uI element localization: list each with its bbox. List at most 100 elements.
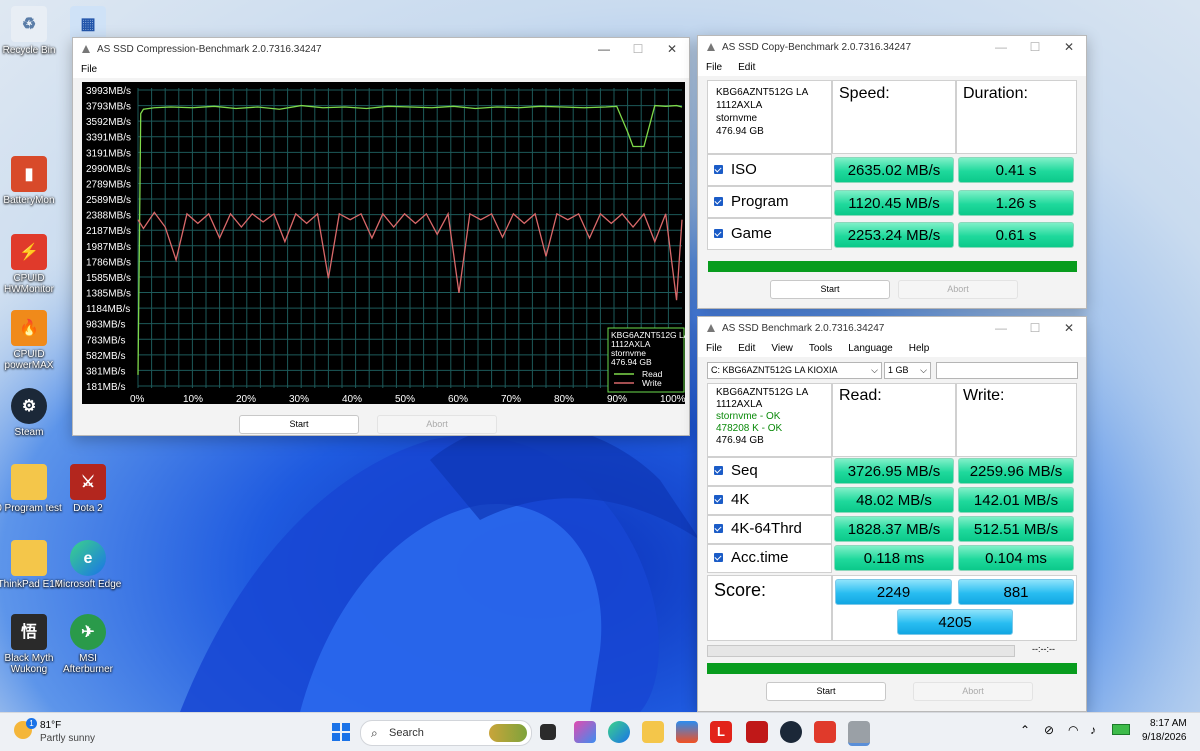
4k-64thrd-read: 1828.37 MB/s: [834, 516, 954, 542]
clock-time[interactable]: 8:17 AM: [1150, 718, 1187, 729]
battery-icon[interactable]: [1112, 724, 1130, 735]
start-button[interactable]: Start: [770, 280, 890, 299]
volume-icon[interactable]: ♪: [1090, 723, 1096, 737]
menu-language[interactable]: Language: [840, 343, 901, 354]
desktop-icon-label: Dota 2: [73, 503, 103, 514]
score-write: 881: [958, 579, 1074, 605]
taskbar-search[interactable]: ⌕ Search: [360, 720, 532, 746]
desktop-icon-label: MSI Afterburner: [62, 653, 114, 675]
steam-icon[interactable]: [780, 721, 802, 743]
close-icon[interactable]: ✕: [655, 42, 689, 56]
dota2-icon: ⚔: [70, 464, 106, 500]
compression-benchmark-window: AS SSD Compression-Benchmark 2.0.7316.34…: [72, 37, 690, 436]
minimize-icon[interactable]: —: [984, 321, 1018, 335]
minimize-icon[interactable]: —: [984, 40, 1018, 54]
chevron-up-icon[interactable]: ⌃: [1020, 723, 1030, 737]
device-size: 476.94 GB: [716, 126, 764, 137]
device-model: KBG6AZNT512G LA: [716, 87, 809, 98]
y-tick-label: 783MB/s: [86, 335, 125, 346]
desktop-icon-batterymon[interactable]: ▮ BatteryMon: [0, 156, 64, 206]
windows-logo-icon: [332, 723, 350, 741]
y-tick-label: 1184MB/s: [86, 304, 130, 315]
duration-header-cell: Duration:: [956, 80, 1077, 154]
y-tick-label: 1385MB/s: [86, 289, 131, 300]
weather-widget[interactable]: 1 81°F Partly sunny: [12, 717, 132, 747]
desktop-icon-dota2[interactable]: ⚔ Dota 2: [53, 464, 123, 514]
start-button[interactable]: Start: [239, 415, 359, 434]
batterymon-icon: ▮: [11, 156, 47, 192]
y-tick-label: 3191MB/s: [86, 148, 131, 159]
lenovo-icon[interactable]: L: [710, 721, 732, 743]
window-title: AS SSD Copy-Benchmark 2.0.7316.34247: [722, 41, 911, 53]
device-firmware: 1112AXLA: [716, 399, 763, 410]
y-tick-label: 3391MB/s: [86, 133, 131, 144]
checkbox[interactable]: [714, 229, 723, 238]
start-icon[interactable]: [330, 721, 352, 743]
clock-date[interactable]: 9/18/2026: [1142, 732, 1187, 743]
menu-view[interactable]: View: [763, 343, 801, 354]
title-bar[interactable]: AS SSD Compression-Benchmark 2.0.7316.34…: [73, 38, 689, 60]
menu-edit[interactable]: Edit: [730, 62, 763, 73]
y-tick-label: 2789MB/s: [86, 179, 131, 190]
abort-button[interactable]: Abort: [913, 682, 1033, 701]
network-off-icon[interactable]: ⊘: [1044, 723, 1054, 737]
checkbox[interactable]: [714, 197, 723, 206]
as-ssd-icon[interactable]: [848, 721, 870, 746]
size-select[interactable]: 1 GB ⌵: [884, 362, 931, 379]
close-icon[interactable]: ✕: [1052, 321, 1086, 335]
maximize-icon[interactable]: ☐: [1018, 321, 1052, 335]
write-header: Write:: [963, 387, 1005, 404]
weather-text: Partly sunny: [40, 733, 96, 744]
wifi-icon[interactable]: ◠: [1068, 723, 1078, 737]
checkbox[interactable]: [714, 165, 723, 174]
menu-edit[interactable]: Edit: [730, 343, 763, 354]
y-tick-label: 3993MB/s: [86, 86, 131, 97]
title-bar[interactable]: AS SSD Copy-Benchmark 2.0.7316.34247 — ☐…: [698, 36, 1086, 58]
start-button[interactable]: Start: [766, 682, 886, 701]
menu-tools[interactable]: Tools: [801, 343, 840, 354]
y-tick-label: 3592MB/s: [86, 117, 131, 128]
drive-select[interactable]: C: KBG6AZNT512G LA KIOXIA ⌵: [707, 362, 882, 379]
device-info: KBG6AZNT512G LA 1112AXLA stornvme - OK 4…: [716, 387, 808, 447]
score-cell: Score:: [707, 575, 832, 641]
app-icon: [707, 43, 715, 51]
maximize-icon[interactable]: ☐: [1018, 40, 1052, 54]
as-ssd-benchmark-window: AS SSD Benchmark 2.0.7316.34247 — ☐ ✕ Fi…: [697, 316, 1087, 712]
desktop-icon-edge[interactable]: e Microsoft Edge: [53, 540, 123, 590]
edge-icon[interactable]: [608, 721, 630, 743]
x-tick-label: 30%: [289, 394, 309, 404]
store-icon[interactable]: [676, 721, 698, 743]
desktop-icon-label: ThinkPad E14: [0, 579, 61, 590]
hwmonitor-icon[interactable]: [814, 721, 836, 743]
device-driver: stornvme - OK: [716, 411, 781, 422]
menu-file[interactable]: File: [698, 343, 730, 354]
maximize-icon[interactable]: ☐: [621, 42, 655, 56]
checkbox[interactable]: [714, 553, 723, 562]
desktop-icon-powermax[interactable]: 🔥 CPUID powerMAX: [0, 310, 64, 371]
title-bar[interactable]: AS SSD Benchmark 2.0.7316.34247 — ☐ ✕: [698, 317, 1086, 339]
checkbox[interactable]: [714, 524, 723, 533]
weather-temp: 81°F: [40, 720, 62, 731]
desktop-icon-hwmonitor[interactable]: ⚡ CPUID HWMonitor: [0, 234, 64, 295]
menu-file[interactable]: File: [73, 64, 105, 75]
abort-button[interactable]: Abort: [377, 415, 497, 434]
abort-button[interactable]: Abort: [898, 280, 1018, 299]
checkbox[interactable]: [714, 466, 723, 475]
y-tick-label: 181MB/s: [86, 382, 125, 393]
desktop-icon-afterburner[interactable]: ✈ MSI Afterburner: [53, 614, 123, 675]
copilot-icon[interactable]: [574, 721, 596, 743]
x-tick-label: 50%: [395, 394, 415, 404]
bench-row-4k-64thrd: 4K-64Thrd: [707, 515, 832, 544]
checkbox[interactable]: [714, 495, 723, 504]
desktop-icon-label: Steam: [14, 427, 44, 438]
mcafee-icon[interactable]: [746, 721, 768, 743]
menu-file[interactable]: File: [698, 62, 730, 73]
file-explorer-icon[interactable]: [642, 721, 664, 743]
desktop-icon-label: CPUID powerMAX: [4, 349, 54, 371]
menu-bar: File Edit View Tools Language Help: [698, 339, 1086, 357]
close-icon[interactable]: ✕: [1052, 40, 1086, 54]
desktop-icon-steam[interactable]: ⚙ Steam: [0, 388, 64, 438]
menu-help[interactable]: Help: [901, 343, 938, 354]
minimize-icon[interactable]: —: [587, 42, 621, 56]
task-view-icon[interactable]: [540, 724, 556, 740]
